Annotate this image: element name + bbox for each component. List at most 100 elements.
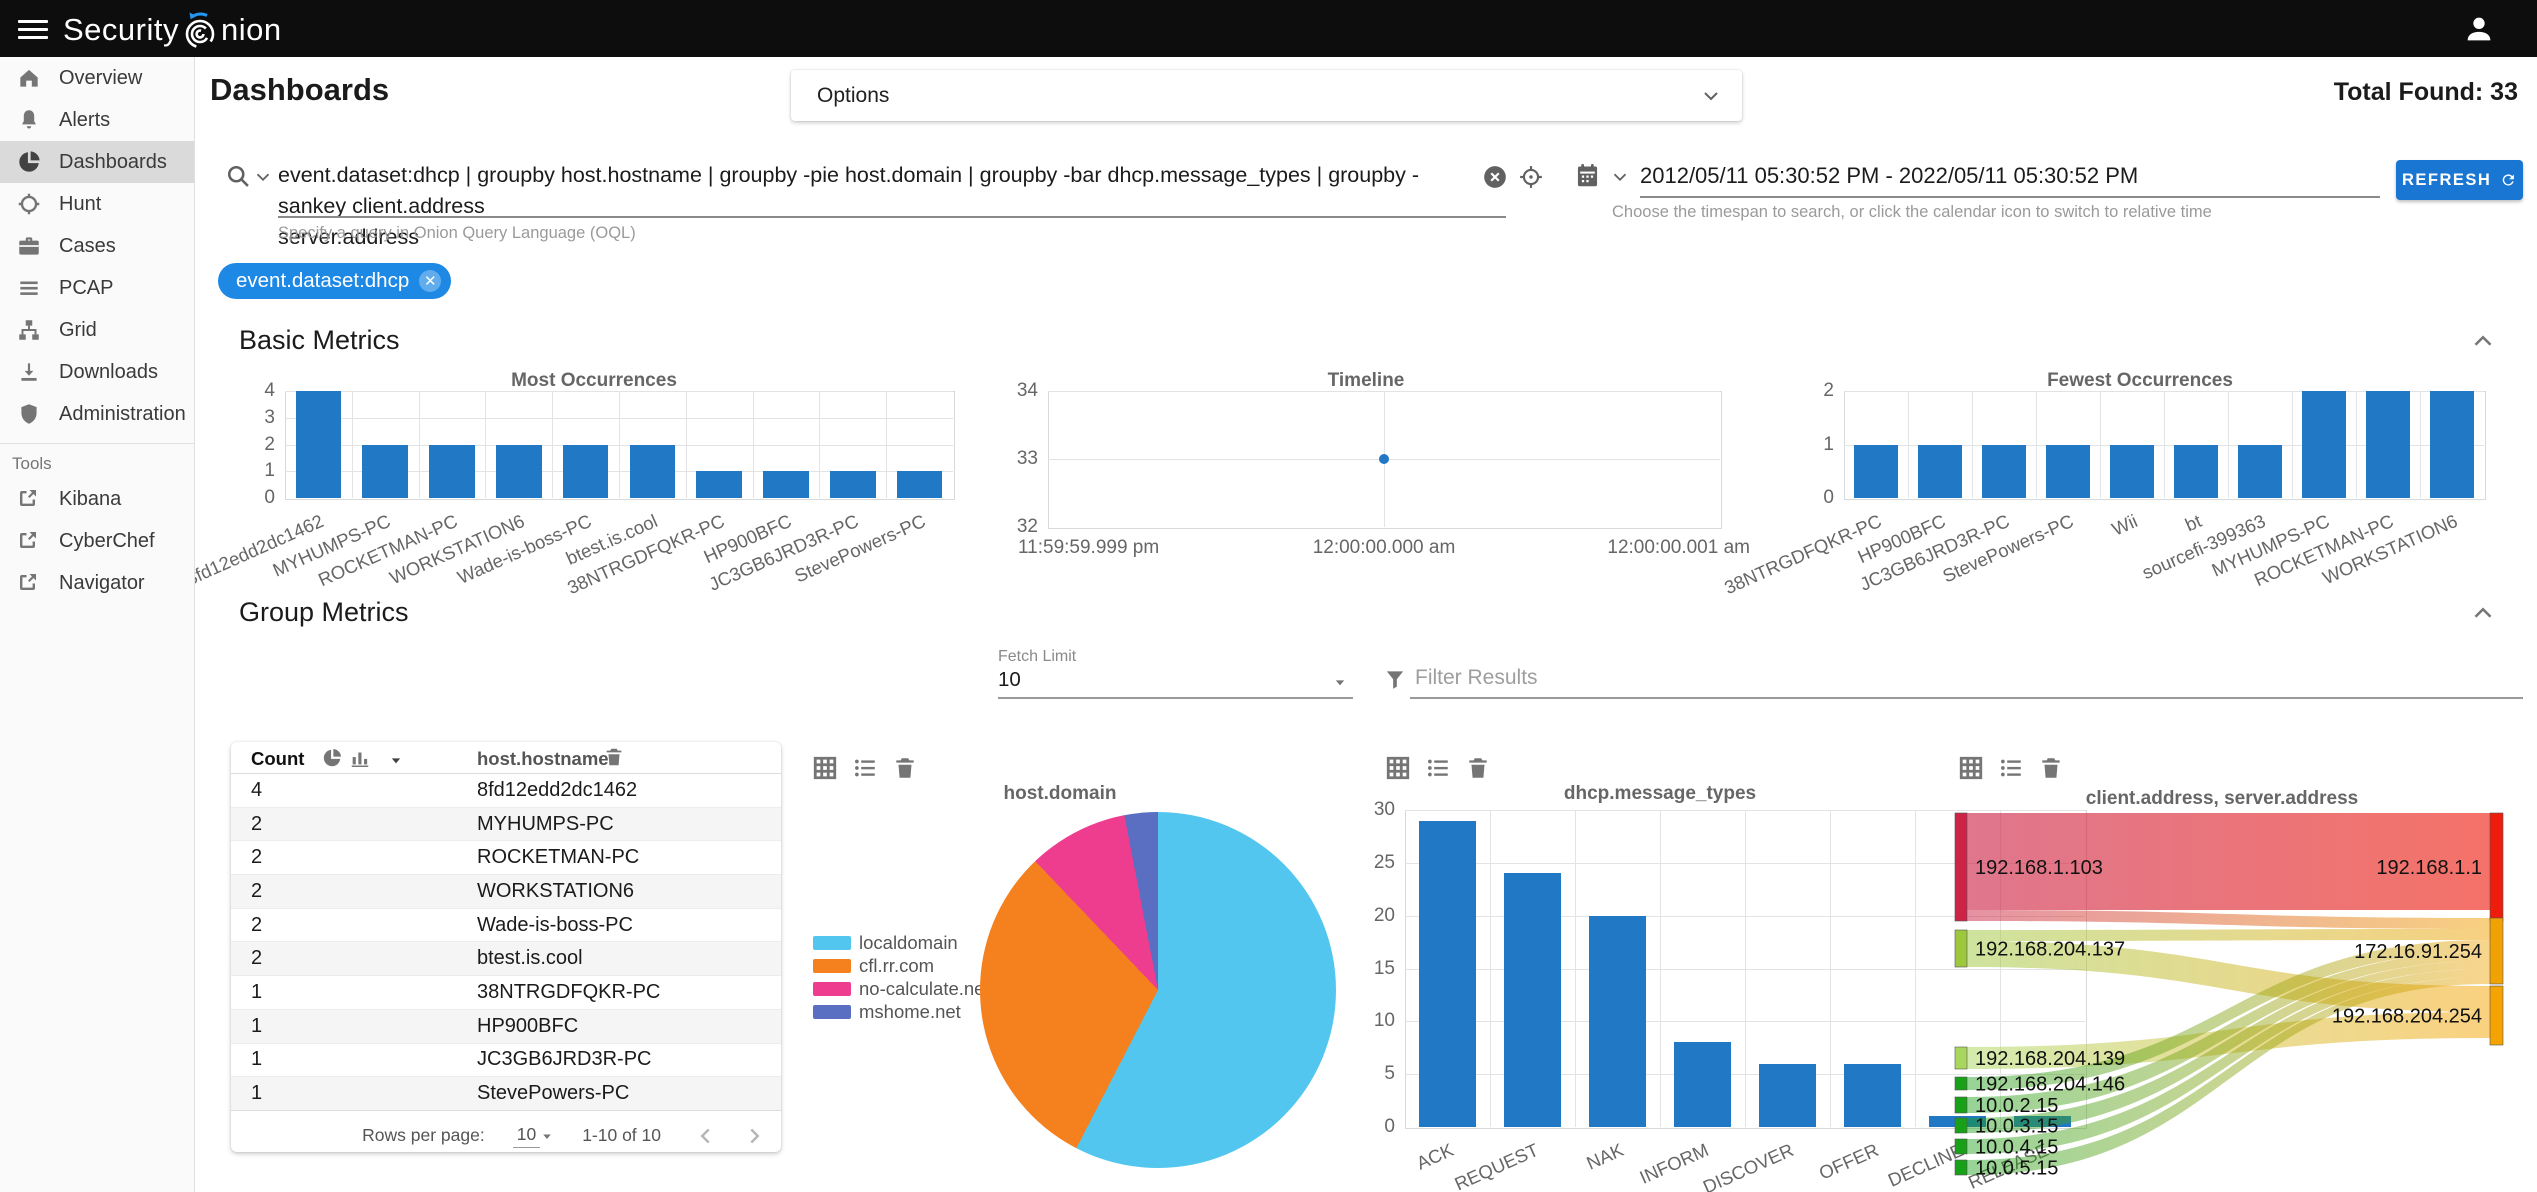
sankey-node-192.168.1.103[interactable]	[1954, 812, 1968, 922]
sidebar-item-alerts[interactable]: Alerts	[0, 99, 194, 141]
table-row[interactable]: 1 JC3GB6JRD3R-PC	[231, 1044, 781, 1078]
legend-item-mshome.net[interactable]: mshome.net	[813, 1001, 990, 1023]
sankey-node-192.168.204.139[interactable]	[1954, 1046, 1968, 1070]
client-server-sankey[interactable]: 192.168.1.103 192.168.204.137 192.168.204.…	[1950, 800, 2537, 1192]
group-metrics-collapse-icon[interactable]	[2468, 598, 2498, 628]
table-row[interactable]: 1 HP900BFC	[231, 1009, 781, 1044]
bar-HP900BFC[interactable]	[763, 471, 809, 498]
bar-bt[interactable]	[2174, 444, 2218, 498]
pie-chart-toggle-icon[interactable]	[321, 747, 343, 769]
sidebar-item-grid[interactable]: Grid	[0, 309, 194, 351]
sidebar-tool-navigator[interactable]: Navigator	[0, 562, 194, 604]
table-view-icon[interactable]	[1385, 755, 1411, 781]
trash-icon[interactable]	[1465, 755, 1491, 781]
target-query-icon[interactable]	[1518, 164, 1544, 190]
bar-DISCOVER[interactable]	[1758, 1063, 1817, 1127]
basic-metrics-collapse-icon[interactable]	[2468, 326, 2498, 356]
legend-item-no-calculate.net[interactable]: no-calculate.net	[813, 978, 990, 1000]
sankey-node-192.168.204.146[interactable]	[1954, 1076, 1968, 1091]
count-column-header[interactable]: Count	[251, 748, 304, 770]
bar-INFORM[interactable]	[1673, 1042, 1732, 1127]
sankey-node-10.0.5.15[interactable]	[1954, 1159, 1968, 1176]
list-view-icon[interactable]	[1425, 755, 1451, 781]
sidebar-tool-cyberchef[interactable]: CyberChef	[0, 520, 194, 562]
bar-MYHUMPS-PC[interactable]	[2302, 391, 2346, 498]
table-row[interactable]: 2 WORKSTATION6	[231, 875, 781, 909]
sidebar-item-cases[interactable]: Cases	[0, 225, 194, 267]
sankey-node-10.0.4.15[interactable]	[1954, 1138, 1968, 1155]
table-row[interactable]: 2 MYHUMPS-PC	[231, 807, 781, 842]
sidebar-item-hunt[interactable]: Hunt	[0, 183, 194, 225]
sidebar-item-dashboards[interactable]: Dashboards	[0, 141, 194, 183]
table-row[interactable]: 1 38NTRGDFQKR-PC	[231, 976, 781, 1010]
table-row[interactable]: 4 8fd12edd2dc1462	[231, 774, 781, 808]
table-row[interactable]: 1 StevePowers-PC	[231, 1077, 781, 1111]
bar-ACK[interactable]	[1418, 820, 1477, 1127]
sankey-node-192.168.1.1[interactable]	[2489, 812, 2504, 922]
sidebar-tool-kibana[interactable]: Kibana	[0, 478, 194, 520]
trash-icon[interactable]	[892, 755, 918, 781]
bar-Wade-is-boss-PC[interactable]	[562, 444, 609, 498]
clear-query-icon[interactable]	[1482, 164, 1508, 190]
bar-WORKSTATION6[interactable]	[2430, 391, 2474, 498]
filter-results-input[interactable]: Filter Results	[1415, 666, 1538, 690]
calendar-icon[interactable]	[1574, 162, 1601, 189]
bar-ROCKETMAN-PC[interactable]	[429, 444, 475, 498]
bar-StevePowers-PC[interactable]	[2046, 444, 2090, 498]
page-prev-icon[interactable]	[693, 1123, 719, 1149]
list-view-icon[interactable]	[852, 755, 878, 781]
sankey-node-172.16.91.254[interactable]	[2489, 917, 2504, 985]
trash-icon[interactable]	[2038, 755, 2064, 781]
chip-close-icon[interactable]: ✕	[419, 270, 442, 292]
legend-item-cfl.rr.com[interactable]: cfl.rr.com	[813, 955, 990, 977]
bar-ROCKETMAN-PC[interactable]	[2366, 391, 2410, 498]
bar-Wii[interactable]	[2110, 444, 2154, 498]
bar-JC3GB6JRD3R-PC[interactable]	[1982, 444, 2026, 498]
bar-StevePowers-PC[interactable]	[896, 471, 943, 498]
user-account-icon[interactable]	[2462, 12, 2496, 46]
table-trash-icon[interactable]	[603, 746, 625, 768]
table-view-icon[interactable]	[812, 755, 838, 781]
page-next-icon[interactable]	[741, 1123, 767, 1149]
time-range-value[interactable]: 2012/05/11 05:30:52 PM - 2022/05/11 05:3…	[1640, 163, 2138, 189]
sidebar-item-overview[interactable]: Overview	[0, 57, 194, 99]
bar-38NTRGDFQKR-PC[interactable]	[696, 471, 742, 498]
list-view-icon[interactable]	[1998, 755, 2024, 781]
sankey-node-10.0.2.15[interactable]	[1954, 1096, 1968, 1114]
fetch-limit-caret-icon[interactable]	[1330, 672, 1350, 692]
bar-btest.is.cool[interactable]	[629, 444, 676, 498]
filter-chip[interactable]: event.dataset:dhcp ✕	[218, 263, 452, 299]
table-view-icon[interactable]	[1958, 755, 1984, 781]
time-chevron-down-icon[interactable]	[1609, 166, 1631, 188]
legend-item-localdomain[interactable]: localdomain	[813, 932, 990, 954]
bar-chart-toggle-icon[interactable]	[349, 747, 371, 769]
sidebar-item-downloads[interactable]: Downloads	[0, 351, 194, 393]
refresh-button[interactable]: REFRESH	[2396, 160, 2523, 200]
bar-sourcefi-399363[interactable]	[2238, 444, 2282, 498]
bar-HP900BFC[interactable]	[1918, 444, 1962, 498]
sort-caret-icon[interactable]	[386, 750, 406, 770]
bar-WORKSTATION6[interactable]	[496, 444, 542, 498]
host-domain-pie[interactable]	[980, 812, 1336, 1168]
table-row[interactable]: 2 btest.is.cool	[231, 942, 781, 977]
bar-NAK[interactable]	[1588, 915, 1647, 1127]
menu-icon[interactable]	[18, 15, 48, 41]
bar-REQUEST[interactable]	[1503, 873, 1562, 1127]
table-row[interactable]: 2 ROCKETMAN-PC	[231, 841, 781, 876]
table-row[interactable]: 2 Wade-is-boss-PC	[231, 909, 781, 943]
sidebar-item-administration[interactable]: Administration	[0, 393, 194, 435]
sidebar-item-pcap[interactable]: PCAP	[0, 267, 194, 309]
sankey-node-192.168.204.254[interactable]	[2489, 985, 2504, 1046]
sankey-node-10.0.3.15[interactable]	[1954, 1117, 1968, 1134]
fetch-limit-select[interactable]: 10	[998, 668, 1021, 692]
bar-OFFER[interactable]	[1843, 1063, 1902, 1127]
sankey-link-192.168.1.103-172.16.91.254[interactable]	[1967, 910, 2490, 929]
bar-JC3GB6JRD3R-PC[interactable]	[830, 471, 876, 498]
bar-8fd12edd2dc1462[interactable]	[295, 391, 342, 498]
sankey-node-192.168.204.137[interactable]	[1954, 929, 1968, 968]
rows-per-page-select[interactable]: 10	[512, 1124, 541, 1148]
rows-per-page-caret-icon[interactable]	[538, 1127, 556, 1145]
timeline-data-point[interactable]	[1379, 454, 1389, 464]
field-column-header[interactable]: host.hostname	[477, 748, 609, 770]
bar-MYHUMPS-PC[interactable]	[362, 444, 408, 498]
